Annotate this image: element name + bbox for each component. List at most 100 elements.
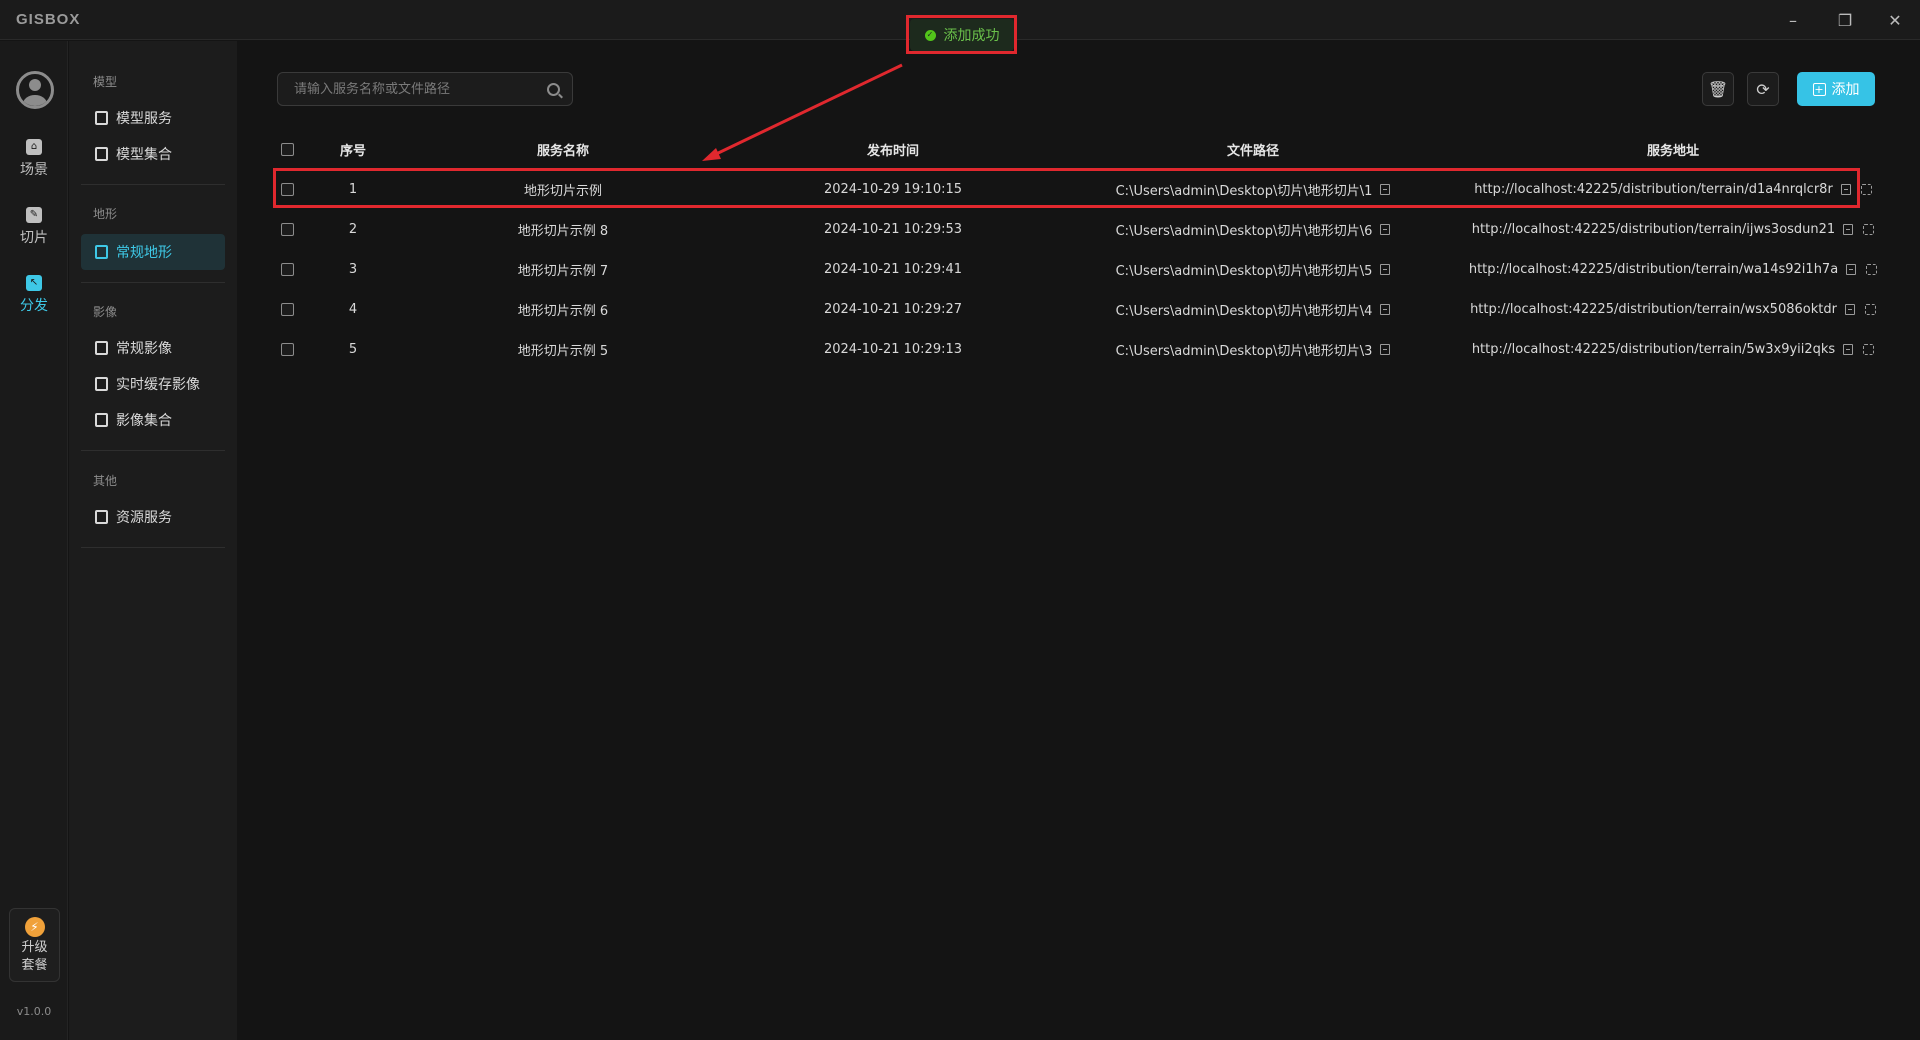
row-checkbox[interactable] xyxy=(280,262,294,276)
terrain-icon xyxy=(95,245,108,259)
copy-path-icon[interactable] xyxy=(1380,223,1391,235)
copy-url-icon[interactable] xyxy=(1840,183,1851,195)
table-header: 序号 服务名称 发布时间 文件路径 服务地址 xyxy=(273,129,1876,169)
rail-item-label: 分发 xyxy=(20,298,48,314)
row-url-cell: http://localhost:42225/distribution/terr… xyxy=(1470,289,1876,329)
image-icon xyxy=(95,377,108,391)
rail-item-tiling[interactable]: ✎ 切片 xyxy=(0,207,68,263)
row-checkbox[interactable] xyxy=(280,302,294,316)
menu-item-label: 常规影像 xyxy=(116,341,172,357)
table-row[interactable]: 3 地形切片示例 7 2024-10-21 10:29:41 C:\Users\… xyxy=(273,249,1878,289)
section-heading-imagery: 影像 xyxy=(93,305,118,319)
refresh-button[interactable]: ⟳ xyxy=(1747,72,1779,106)
menu-item-label: 资源服务 xyxy=(116,510,172,526)
menu-item-resource-service[interactable]: 资源服务 xyxy=(81,499,225,535)
book-icon xyxy=(95,111,108,125)
row-path: C:\Users\admin\Desktop\切片\地形切片\6 xyxy=(1115,223,1373,239)
row-path-cell: C:\Users\admin\Desktop\切片\地形切片\5 xyxy=(1053,249,1453,289)
rail-item-distribution[interactable]: ↖ 分发 xyxy=(0,275,68,331)
success-toast: ✓ 添加成功 xyxy=(910,19,1014,51)
image-icon xyxy=(95,341,108,355)
divider xyxy=(81,184,225,185)
upgrade-label-line1: 升级 xyxy=(21,940,48,955)
row-checkbox[interactable] xyxy=(280,342,294,356)
row-path: C:\Users\admin\Desktop\切片\地形切片\1 xyxy=(1115,183,1373,199)
app-window: GISBOX – ❐ ✕ ✓ 添加成功 ⌂ 场景 ✎ 切片 ↖ 分发 ⚡ 升级 … xyxy=(0,0,1920,1040)
menu-item-imagery-collection[interactable]: 影像集合 xyxy=(81,402,225,438)
copy-path-icon[interactable] xyxy=(1380,343,1391,355)
header-cell-path: 文件路径 xyxy=(1226,143,1279,159)
upgrade-label-line2: 套餐 xyxy=(21,958,48,973)
row-path-cell: C:\Users\admin\Desktop\切片\地形切片\3 xyxy=(1053,329,1453,369)
row-path-cell: C:\Users\admin\Desktop\切片\地形切片\1 xyxy=(1053,169,1453,209)
table-row[interactable]: 5 地形切片示例 5 2024-10-21 10:29:13 C:\Users\… xyxy=(273,329,1876,369)
copy-path-icon[interactable] xyxy=(1380,263,1391,275)
menu-item-realtime-cache-imagery[interactable]: 实时缓存影像 xyxy=(81,366,225,402)
upgrade-plan-button[interactable]: ⚡ 升级 套餐 xyxy=(9,908,60,982)
row-path: C:\Users\admin\Desktop\切片\地形切片\5 xyxy=(1115,263,1373,279)
row-name: 地形切片示例 8 xyxy=(517,223,609,239)
row-url: http://localhost:42225/distribution/terr… xyxy=(1474,181,1833,197)
bolt-icon: ⚡ xyxy=(24,917,45,937)
copy-path-icon[interactable] xyxy=(1380,303,1391,315)
menu-item-model-service[interactable]: 模型服务 xyxy=(81,100,225,136)
search-icon[interactable] xyxy=(547,82,560,96)
preview-icon[interactable] xyxy=(1863,223,1875,235)
close-button[interactable]: ✕ xyxy=(1877,6,1913,34)
rail-item-scene[interactable]: ⌂ 场景 xyxy=(0,139,68,195)
preview-icon[interactable] xyxy=(1866,263,1878,275)
menu-item-label: 常规地形 xyxy=(116,245,172,261)
avatar[interactable] xyxy=(16,71,54,109)
search-input[interactable] xyxy=(294,81,547,97)
row-path: C:\Users\admin\Desktop\切片\地形切片\4 xyxy=(1115,303,1373,319)
menu-item-model-collection[interactable]: 模型集合 xyxy=(81,136,225,172)
preview-icon[interactable] xyxy=(1864,303,1876,315)
check-circle-icon: ✓ xyxy=(924,29,936,41)
copy-path-icon[interactable] xyxy=(1380,183,1391,195)
row-select-cell xyxy=(273,329,301,369)
row-select-cell xyxy=(273,289,301,329)
row-url: http://localhost:42225/distribution/terr… xyxy=(1470,301,1837,317)
row-url: http://localhost:42225/distribution/terr… xyxy=(1468,261,1839,277)
copy-url-icon[interactable] xyxy=(1844,303,1855,315)
divider xyxy=(81,450,225,451)
table-row[interactable]: 2 地形切片示例 8 2024-10-21 10:29:53 C:\Users\… xyxy=(273,209,1876,249)
toast-message: 添加成功 xyxy=(943,28,1000,44)
add-button[interactable]: + 添加 xyxy=(1797,72,1875,106)
preview-icon[interactable] xyxy=(1860,183,1872,195)
menu-item-label: 实时缓存影像 xyxy=(116,377,200,393)
table-row[interactable]: 1 地形切片示例 2024-10-29 19:10:15 C:\Users\ad… xyxy=(273,169,1876,209)
row-checkbox[interactable] xyxy=(280,182,294,196)
row-select-cell xyxy=(273,169,301,209)
preview-icon[interactable] xyxy=(1863,343,1875,355)
row-url-cell: http://localhost:42225/distribution/terr… xyxy=(1471,329,1875,369)
select-all-checkbox[interactable] xyxy=(280,142,294,156)
copy-url-icon[interactable] xyxy=(1843,223,1854,235)
copy-url-icon[interactable] xyxy=(1843,343,1854,355)
service-table: 序号 服务名称 发布时间 文件路径 服务地址 1 地形切片示例 2024-10-… xyxy=(273,129,1878,369)
edit-icon: ✎ xyxy=(26,207,42,223)
header-cell-select xyxy=(273,129,301,169)
row-url-cell: http://localhost:42225/distribution/terr… xyxy=(1469,249,1878,289)
menu-item-regular-terrain[interactable]: 常规地形 xyxy=(81,234,225,270)
header-cell-name: 服务名称 xyxy=(536,143,589,159)
row-checkbox[interactable] xyxy=(280,222,294,236)
row-index: 5 xyxy=(348,341,358,357)
minimize-button[interactable]: – xyxy=(1775,6,1811,34)
row-name: 地形切片示例 xyxy=(523,183,602,199)
search-box xyxy=(277,72,573,106)
copy-url-icon[interactable] xyxy=(1846,263,1857,275)
header-cell-time: 发布时间 xyxy=(866,143,919,159)
delete-button[interactable]: 🗑 xyxy=(1702,72,1734,106)
maximize-button[interactable]: ❐ xyxy=(1827,6,1863,34)
table-row[interactable]: 4 地形切片示例 6 2024-10-21 10:29:27 C:\Users\… xyxy=(273,289,1876,329)
row-time: 2024-10-21 10:29:27 xyxy=(823,301,963,317)
home-icon: ⌂ xyxy=(26,139,42,155)
row-path-cell: C:\Users\admin\Desktop\切片\地形切片\6 xyxy=(1053,209,1453,249)
menu-item-regular-imagery[interactable]: 常规影像 xyxy=(81,330,225,366)
row-time: 2024-10-21 10:29:13 xyxy=(823,341,963,357)
section-heading-terrain: 地形 xyxy=(93,207,118,221)
row-time: 2024-10-29 19:10:15 xyxy=(823,181,963,197)
row-url: http://localhost:42225/distribution/terr… xyxy=(1471,341,1836,357)
row-select-cell xyxy=(273,249,301,289)
